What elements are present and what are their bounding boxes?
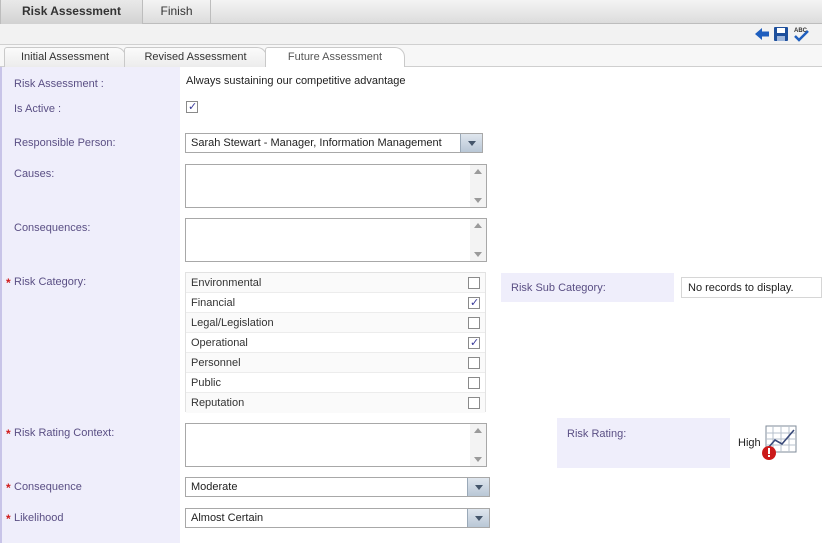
list-item: Personnel bbox=[186, 353, 485, 373]
category-checkbox-operational[interactable] bbox=[468, 336, 480, 349]
risk-rating-value: High bbox=[738, 437, 761, 449]
scroll-up-icon[interactable] bbox=[474, 428, 482, 433]
risk-rating-context-label: Risk Rating Context: bbox=[14, 427, 115, 439]
category-label: Operational bbox=[191, 337, 248, 349]
required-marker: * bbox=[6, 481, 11, 495]
tab-revised-assessment[interactable]: Revised Assessment bbox=[124, 47, 267, 67]
risk-rating-panel: Risk Rating: bbox=[557, 418, 730, 468]
causes-textarea[interactable] bbox=[185, 164, 487, 208]
risk-category-label: Risk Category: bbox=[14, 276, 87, 288]
category-label: Financial bbox=[191, 297, 236, 309]
risk-sub-category-panel: Risk Sub Category: bbox=[501, 273, 674, 302]
category-checkbox-financial[interactable] bbox=[468, 296, 480, 309]
scroll-up-icon[interactable] bbox=[474, 223, 482, 228]
risk-sub-category-label: Risk Sub Category: bbox=[511, 282, 606, 294]
chevron-down-icon[interactable] bbox=[460, 134, 482, 152]
likelihood-select[interactable]: Almost Certain bbox=[185, 508, 490, 528]
consequences-label: Consequences: bbox=[14, 222, 91, 234]
risk-category-list: Environmental Financial Legal/Legislatio… bbox=[185, 272, 486, 413]
causes-scrollbar[interactable] bbox=[470, 165, 486, 207]
risk-matrix-warning-icon[interactable] bbox=[760, 424, 798, 462]
category-checkbox-legal[interactable] bbox=[468, 317, 480, 329]
risk-assessment-value: Always sustaining our competitive advant… bbox=[186, 75, 406, 87]
required-marker: * bbox=[6, 427, 11, 441]
category-checkbox-public[interactable] bbox=[468, 377, 480, 389]
is-active-label: Is Active : bbox=[14, 103, 62, 115]
risk-sub-category-grid: No records to display. bbox=[681, 277, 822, 298]
category-checkbox-environmental[interactable] bbox=[468, 277, 480, 289]
category-label: Legal/Legislation bbox=[191, 317, 274, 329]
tab-risk-assessment[interactable]: Risk Assessment bbox=[0, 0, 143, 24]
list-item: Public bbox=[186, 373, 485, 393]
chevron-down-icon[interactable] bbox=[467, 478, 489, 496]
category-checkbox-personnel[interactable] bbox=[468, 357, 480, 369]
required-marker: * bbox=[6, 276, 11, 290]
risk-rating-context-scrollbar[interactable] bbox=[470, 424, 486, 466]
likelihood-label: Likelihood bbox=[14, 512, 64, 524]
scroll-up-icon[interactable] bbox=[474, 169, 482, 174]
consequences-textarea[interactable] bbox=[185, 218, 487, 262]
tab-finish[interactable]: Finish bbox=[143, 0, 211, 24]
causes-label: Causes: bbox=[14, 168, 55, 180]
chevron-down-icon[interactable] bbox=[467, 509, 489, 527]
list-item: Legal/Legislation bbox=[186, 313, 485, 333]
responsible-person-select[interactable]: Sarah Stewart - Manager, Information Man… bbox=[185, 133, 483, 153]
likelihood-value: Almost Certain bbox=[191, 512, 264, 524]
category-label: Reputation bbox=[191, 397, 245, 409]
list-item: Financial bbox=[186, 293, 485, 313]
top-tab-bar: Risk Assessment Finish bbox=[0, 0, 822, 24]
save-icon[interactable] bbox=[773, 26, 789, 42]
consequence-label: Consequence bbox=[14, 481, 82, 493]
required-marker: * bbox=[6, 512, 11, 526]
responsible-person-value: Sarah Stewart - Manager, Information Man… bbox=[191, 137, 442, 149]
tab-future-assessment[interactable]: Future Assessment bbox=[265, 47, 405, 67]
list-item: Environmental bbox=[186, 273, 485, 293]
category-checkbox-reputation[interactable] bbox=[468, 397, 480, 409]
spell-check-icon[interactable]: ABC bbox=[792, 26, 812, 42]
responsible-person-label: Responsible Person: bbox=[14, 137, 116, 149]
is-active-checkbox[interactable] bbox=[186, 100, 198, 113]
consequences-scrollbar[interactable] bbox=[470, 219, 486, 261]
scroll-down-icon[interactable] bbox=[474, 252, 482, 257]
risk-sub-category-value: No records to display. bbox=[688, 282, 794, 294]
back-arrow-icon[interactable] bbox=[754, 26, 770, 42]
category-label: Personnel bbox=[191, 357, 241, 369]
risk-rating-label: Risk Rating: bbox=[567, 428, 627, 440]
scroll-down-icon[interactable] bbox=[474, 457, 482, 462]
category-label: Environmental bbox=[191, 277, 262, 289]
list-item: Reputation bbox=[186, 393, 485, 413]
category-label: Public bbox=[191, 377, 221, 389]
assessment-sub-tabs: Initial Assessment Revised Assessment Fu… bbox=[0, 45, 822, 67]
scroll-down-icon[interactable] bbox=[474, 198, 482, 203]
risk-assessment-label: Risk Assessment : bbox=[14, 78, 104, 90]
risk-rating-context-textarea[interactable] bbox=[185, 423, 487, 467]
toolbar: ABC bbox=[0, 24, 822, 45]
consequence-select[interactable]: Moderate bbox=[185, 477, 490, 497]
consequence-value: Moderate bbox=[191, 481, 238, 493]
list-item: Operational bbox=[186, 333, 485, 353]
tab-initial-assessment[interactable]: Initial Assessment bbox=[4, 47, 126, 67]
